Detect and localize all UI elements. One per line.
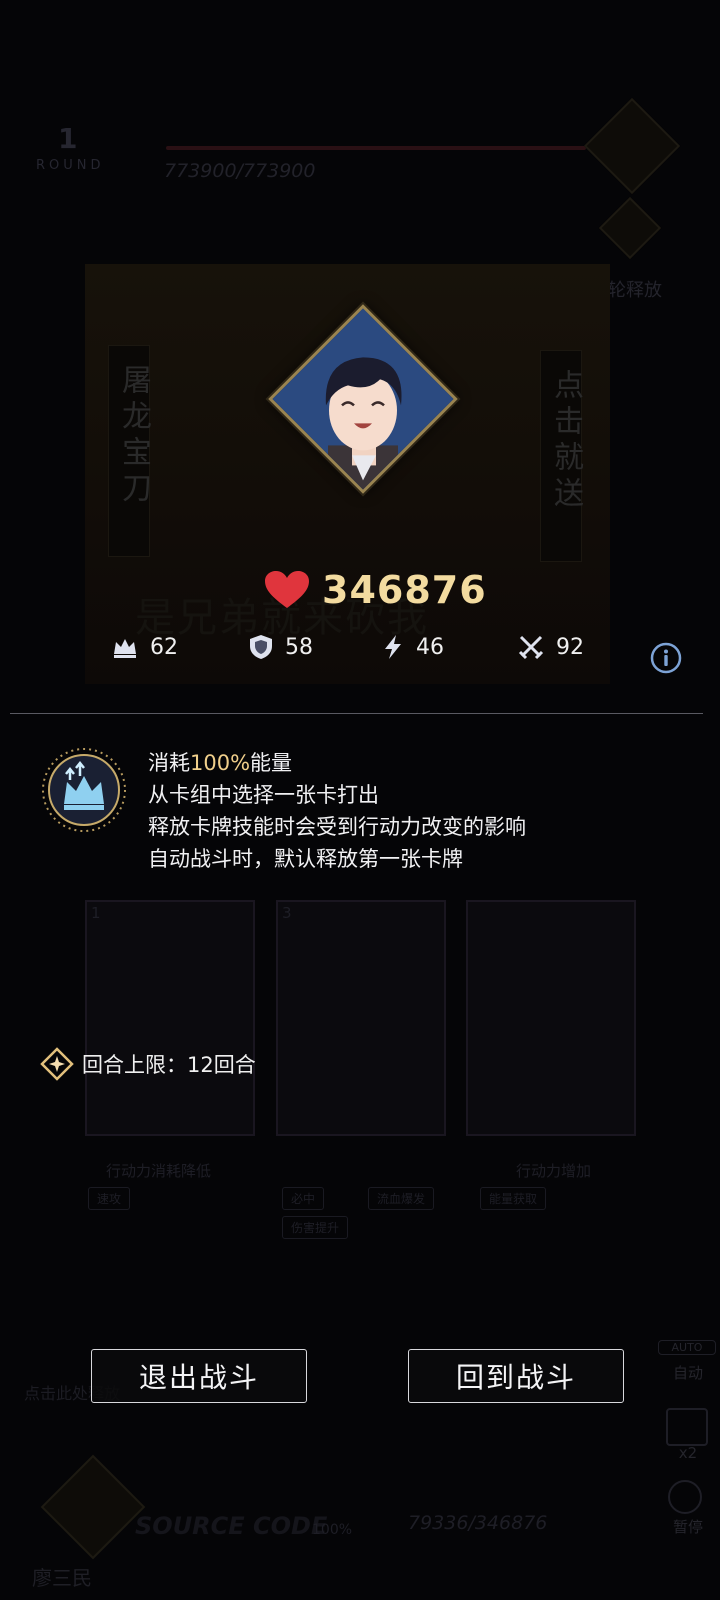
auto-label: 自动	[672, 1364, 703, 1382]
stat-value: 58	[285, 634, 313, 660]
enemy-hp-text: 773900/773900	[164, 160, 316, 182]
card-2: 3	[276, 900, 446, 1136]
card-index: 1	[91, 904, 101, 922]
skill-badge	[40, 746, 128, 834]
card-tag: 能量获取	[480, 1187, 547, 1210]
skill-line-2: 从卡组中选择一张卡打出	[148, 783, 379, 807]
stat-crown: 62	[112, 630, 178, 664]
portrait-frame	[268, 304, 458, 494]
card-index: 3	[282, 904, 292, 922]
stat-shield: 58	[249, 630, 313, 664]
card-tag: 流血爆发	[368, 1187, 435, 1210]
pause-label: 暂停	[672, 1518, 703, 1536]
exit-battle-button[interactable]: 退出战斗	[91, 1349, 307, 1403]
info-icon	[650, 642, 682, 674]
heart-icon	[265, 571, 309, 608]
skill-description: 消耗100%能量 从卡组中选择一张卡打出 释放卡牌技能时会受到行动力改变的影响 …	[148, 747, 668, 875]
pause-icon	[668, 1480, 702, 1514]
player-avatar	[40, 1454, 146, 1560]
crown-icon	[114, 639, 136, 658]
shield-icon	[250, 635, 272, 659]
round-label: ROUND	[36, 158, 105, 173]
card-1: 1	[85, 900, 255, 1136]
card-tag: 速攻	[88, 1187, 131, 1210]
source-code-label: SOURCE CODE	[135, 1512, 328, 1540]
enemy-hp-bar	[166, 146, 586, 150]
character-portrait	[262, 298, 458, 494]
round-limit: 回合上限：12回合	[40, 1046, 256, 1082]
stat-value: 62	[150, 634, 178, 660]
energy-percent: 100%	[312, 1522, 353, 1538]
round-limit-text: 回合上限：12回合	[82, 1053, 256, 1077]
character-face-image	[268, 305, 458, 494]
stat-lightning: 46	[382, 630, 444, 664]
enemy-avatar	[583, 97, 681, 195]
speed-label: x2	[678, 1444, 698, 1462]
hp-value: 346876	[322, 568, 487, 612]
stat-value: 92	[556, 634, 584, 660]
round-number: 1	[58, 122, 78, 155]
auto-badge: AUTO	[658, 1340, 716, 1355]
next-skill-icon	[598, 196, 662, 260]
card-caption: 行动力增加	[516, 1162, 592, 1180]
left-banner: 屠龙宝刀	[108, 345, 151, 557]
crossed-swords-icon	[518, 635, 544, 660]
skill-line-1: 消耗100%能量	[148, 751, 293, 775]
right-banner-text: 点击就送	[548, 369, 583, 513]
speed-icon	[666, 1408, 708, 1446]
skill-line-3: 释放卡牌技能时会受到行动力改变的影响	[148, 815, 526, 839]
energy-highlight: 100%	[190, 751, 251, 775]
section-divider	[10, 713, 703, 714]
stat-value: 46	[416, 634, 444, 660]
info-button[interactable]	[650, 642, 682, 674]
card-tag: 伤害提升	[282, 1216, 349, 1239]
skill-line-4: 自动战斗时，默认释放第一张卡牌	[148, 847, 463, 871]
left-banner-text: 屠龙宝刀	[116, 364, 151, 508]
right-banner: 点击就送	[540, 350, 583, 562]
stat-attack: 92	[518, 630, 584, 664]
skill-crown-icon	[42, 748, 126, 832]
return-battle-button[interactable]: 回到战斗	[408, 1349, 624, 1403]
diamond-star-icon	[40, 1047, 74, 1081]
player-hp-text: 79336/346876	[408, 1512, 548, 1534]
lightning-icon	[385, 635, 401, 659]
card-caption: 行动力消耗降低	[106, 1162, 212, 1180]
card-tag: 必中	[282, 1187, 325, 1210]
hp-display: 346876	[264, 566, 487, 614]
card-3	[466, 900, 636, 1136]
player-name: 廖三民	[32, 1566, 92, 1590]
round-indicator: 1 ROUND	[36, 122, 108, 178]
